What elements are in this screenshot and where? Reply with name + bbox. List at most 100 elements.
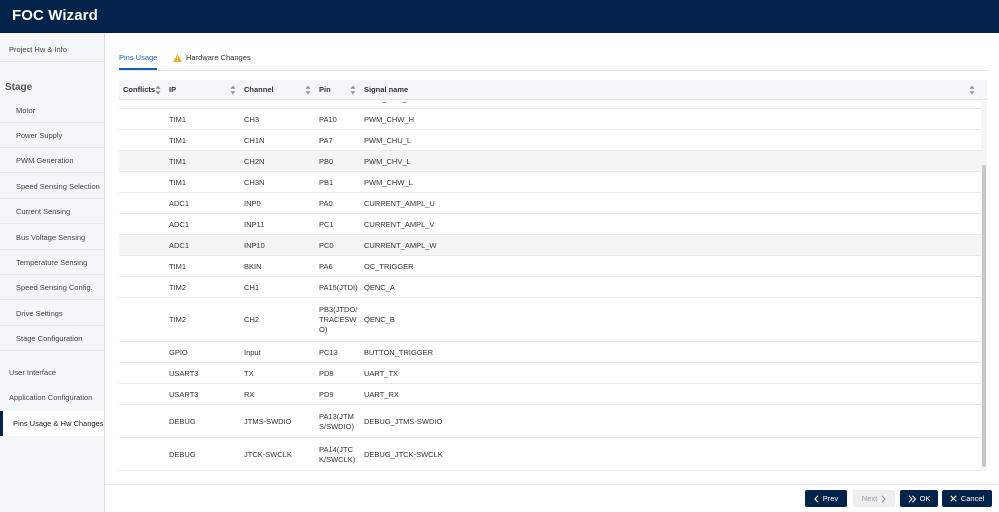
pin-cell: PA15(JTDI) [319,282,358,292]
sort-icon[interactable] [969,85,975,95]
channel-cell: INP11 [244,219,265,229]
channel-cell: JTMS-SWDIO [244,416,292,426]
channel-cell: INP0 [244,198,261,208]
warning-icon [173,54,182,62]
sort-icon[interactable] [155,85,161,95]
ip-cell: TIM1 [169,135,187,145]
sidebar-item-power-supply[interactable]: Power Supply [0,123,104,148]
table-row[interactable]: ADC1 INP0 PA0 CURRENT_AMPL_U [119,193,981,214]
table-scrollbar-thumb[interactable] [982,165,986,467]
sidebar-section-stage: Stage [5,82,33,93]
table-row[interactable]: TIM1 BKIN PA6 OC_TRIGGER [119,256,981,277]
sidebar-item-project-hw-info[interactable]: Project Hw & Info [0,37,104,62]
sidebar-item-user-interface[interactable]: User Interface [0,360,104,385]
ip-cell: TIM1 [169,156,187,166]
signal-cell: PWM_CHU_L [364,135,412,145]
ok-button[interactable]: OK [900,490,938,507]
ip-cell: USART3 [169,368,199,378]
ip-cell: GPIO [169,347,188,357]
table-row[interactable]: TIM2 CH2 PB3(JTDO/TRACESWO) QENC_B [119,298,981,342]
sort-icon[interactable] [230,85,236,95]
sort-icon[interactable] [305,85,311,95]
table-row[interactable]: ADC1 INP10 PC0 CURRENT_AMPL_W [119,235,981,256]
channel-cell: CH1 [244,282,260,292]
signal-cell: PWM_CHW_L [364,177,413,187]
sidebar-item-pins-usage-hw-changes[interactable]: Pins Usage & Hw Changes [0,411,104,436]
chevron-right-icon [881,494,887,503]
channel-cell: CH2N [244,156,265,166]
ip-cell: DEBUG [169,416,196,426]
signal-cell: OC_TRIGGER [364,261,414,271]
tab-pins-usage[interactable]: Pins Usage [119,48,158,70]
ip-cell: TIM1 [169,114,187,124]
pin-cell: PA7 [319,135,333,145]
sidebar-item-motor[interactable]: Motor [0,98,104,123]
pin-cell: PD9 [319,389,334,399]
pin-cell: PC0 [319,240,334,250]
table-row[interactable]: USART3 RX PD9 UART_RX [119,384,981,405]
double-chevron-right-icon [908,494,916,503]
table-row[interactable]: ADC1 INP11 PC1 CURRENT_AMPL_V [119,214,981,235]
signal-cell: QENC_B [364,315,395,324]
table-row[interactable]: TIM1 CH2 PA9 PWM_CHV_H [119,101,981,109]
table-row[interactable]: TIM1 CH3 PA10 PWM_CHW_H [119,109,981,130]
next-button[interactable]: Next [853,490,895,507]
title-bar: FOC Wizard [0,0,999,33]
pins-table-body: TIM1 CH2 PA9 PWM_CHV_H TIM1 CH3 PA10 PWM… [119,101,981,471]
tab-hardware-changes-label: Hardware Changes [186,53,251,62]
sort-icon[interactable] [350,85,356,95]
channel-cell: INP10 [244,240,265,250]
table-header: Conflicts IP Channel Pin Signal name [119,80,987,100]
column-header-channel[interactable]: Channel [244,80,274,100]
sidebar-item-current-sensing[interactable]: Current Sensing [0,199,104,224]
column-header-ip[interactable]: IP [169,80,176,100]
channel-cell: TX [244,368,254,378]
channel-cell: BKIN [244,261,262,271]
signal-cell: UART_RX [364,389,399,399]
column-header-signal-name[interactable]: Signal name [364,80,408,100]
ip-cell: ADC1 [169,198,190,208]
table-row[interactable]: USART3 TX PD8 UART_TX [119,363,981,384]
tab-hardware-changes[interactable]: Hardware Changes [173,48,251,70]
table-row[interactable]: GPIO Input PC13 BUTTON_TRIGGER [119,342,981,363]
sidebar-item-speed-sensing-selection[interactable]: Speed Sensing Selection [0,174,104,199]
column-header-conflicts[interactable]: Conflicts [123,80,155,100]
pin-cell: PC13 [319,347,338,357]
pin-cell: PB3(JTDO/TRACESWO) [319,305,358,334]
prev-button[interactable]: Prev [805,490,847,507]
table-row[interactable]: TIM1 CH3N PB1 PWM_CHW_L [119,172,981,193]
ip-cell: ADC1 [169,219,190,229]
ip-cell: DEBUG [169,449,196,459]
sidebar-item-stage-configuration[interactable]: Stage Configuration [0,326,104,351]
channel-cell: JTCK-SWCLK [244,449,292,459]
table-row[interactable]: TIM1 CH1N PA7 PWM_CHU_L [119,130,981,151]
channel-cell: Input [244,347,261,357]
channel-cell: CH1N [244,135,265,145]
pin-cell: PA14(JTCK/SWCLK) [319,444,356,464]
signal-cell: PWM_CHW_H [364,114,414,124]
sidebar-item-application-configuration[interactable]: Application Configuration [0,385,104,410]
app-title: FOC Wizard [12,7,98,24]
sidebar-item-pwm-generation[interactable]: PWM Generation [0,148,104,173]
ip-cell: TIM1 [169,177,187,187]
tab-divider [118,70,988,71]
pin-cell: PA13(JTMS/SWDIO) [319,411,354,431]
sidebar-item-speed-sensing-config[interactable]: Speed Sensing Config. [0,275,104,300]
channel-cell: RX [244,389,255,399]
table-row[interactable]: TIM1 CH2N PB0 PWM_CHV_L [119,151,981,172]
cancel-button[interactable]: Cancel [942,490,992,507]
pin-cell: PA0 [319,198,333,208]
column-header-pin[interactable]: Pin [319,80,331,100]
chevron-left-icon [813,494,819,503]
table-row[interactable]: TIM2 CH1 PA15(JTDI) QENC_A [119,277,981,298]
pin-cell: PB1 [319,177,334,187]
sidebar-item-bus-voltage-sensing[interactable]: Bus Voltage Sensing [0,225,104,250]
channel-cell: CH3 [244,114,260,124]
table-row[interactable]: DEBUG JTCK-SWCLK PA14(JTCK/SWCLK) DEBUG_… [119,438,981,471]
signal-cell: DEBUG_JTCK-SWCLK [364,449,443,459]
signal-cell: CURRENT_AMPL_U [364,198,435,208]
table-row[interactable]: DEBUG JTMS-SWDIO PA13(JTMS/SWDIO) DEBUG_… [119,405,981,438]
signal-cell: QENC_A [364,282,395,292]
sidebar-item-drive-settings[interactable]: Drive Settings [0,301,104,326]
sidebar-item-temperature-sensing[interactable]: Temperature Sensing [0,250,104,275]
